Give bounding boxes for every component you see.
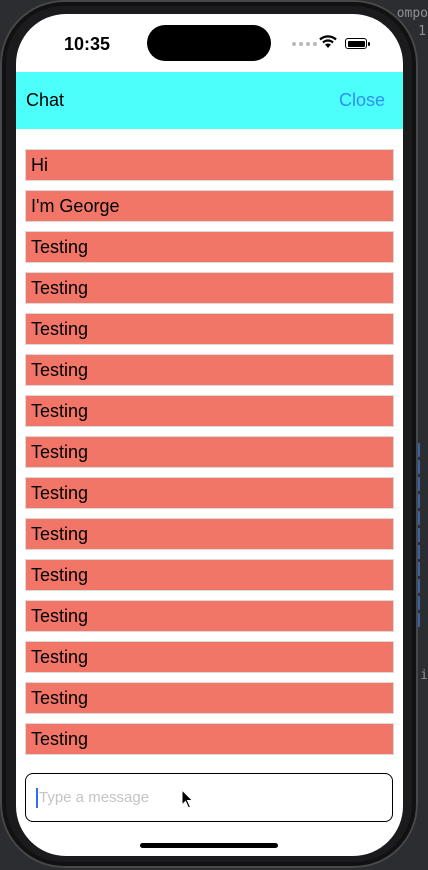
message-bubble: Testing [25, 682, 394, 714]
dynamic-island [147, 25, 271, 61]
phone-frame: 10:35 Chat Close Hi I'm George Testing Test… [0, 0, 418, 868]
chat-title: Chat [26, 90, 65, 110]
cellular-signal-icon [292, 42, 317, 46]
message-composer[interactable] [25, 773, 393, 822]
text-cursor [36, 787, 38, 808]
battery-icon [345, 38, 370, 49]
message-bubble: Testing [25, 436, 394, 468]
message-bubble: Testing [25, 641, 394, 673]
message-bubble: Testing [25, 395, 394, 427]
ide-gutter-marks [418, 440, 428, 627]
wifi-icon [319, 35, 337, 48]
message-bubble: Testing [25, 559, 394, 591]
ide-text-fragment: 1 [418, 24, 426, 39]
message-bubble: Testing [25, 272, 394, 304]
message-bubble: Testing [25, 231, 394, 263]
message-bubble: Testing [25, 723, 394, 755]
message-bubble: Testing [25, 600, 394, 632]
message-bubble: Testing [25, 477, 394, 509]
home-indicator [140, 843, 278, 848]
status-bar: 10:35 [16, 14, 403, 72]
chat-header: Chat Close [16, 72, 403, 129]
message-bubble: Testing [25, 518, 394, 550]
message-list[interactable]: Hi I'm George Testing Testing Testing Testing… [25, 149, 394, 755]
status-time: 10:35 [64, 34, 111, 54]
message-bubble: I'm George [25, 190, 394, 222]
message-bubble: Testing [25, 313, 394, 345]
message-bubble: Testing [25, 354, 394, 386]
mouse-pointer-icon [181, 789, 194, 809]
ide-text-fragment: i [420, 668, 428, 683]
message-bubble: Hi [25, 149, 394, 181]
phone-screen: 10:35 Chat Close Hi I'm George Testing Test… [16, 14, 403, 856]
close-button[interactable]: Close [339, 90, 385, 111]
